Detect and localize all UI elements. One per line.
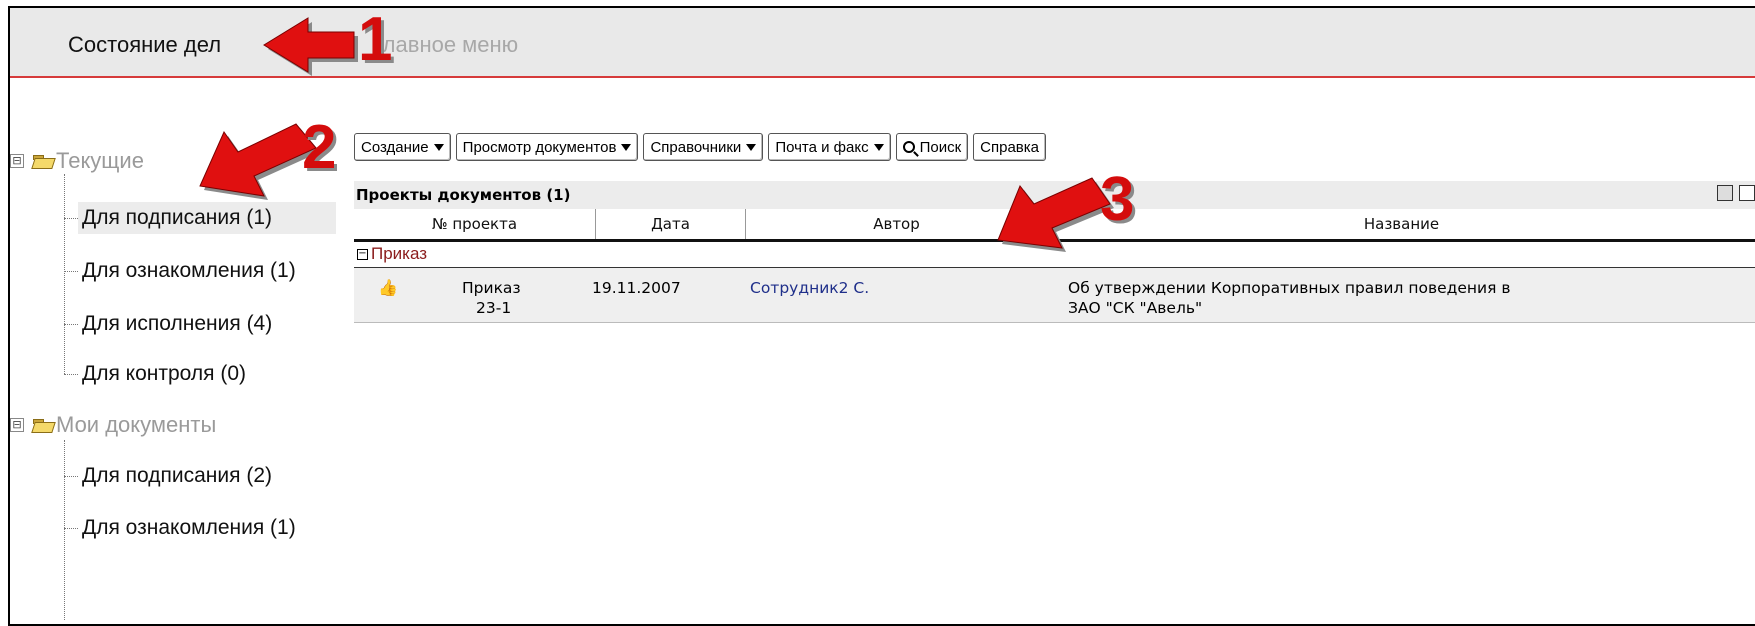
create-label: Создание [361, 138, 429, 156]
column-header-label: Автор [873, 215, 920, 233]
tree-item-current-review[interactable]: Для ознакомления (1) [78, 255, 300, 287]
main-menu-link[interactable]: Главное меню [372, 32, 518, 58]
tree-item-current-execute[interactable]: Для исполнения (4) [78, 308, 276, 340]
grid-group-row[interactable]: − Приказ [357, 244, 427, 264]
cell-name-line2: ЗАО "СК "Авель" [1068, 299, 1203, 317]
toolbar: Создание Просмотр документов Справочники… [354, 133, 1047, 161]
tree-folder-label: Текущие [56, 148, 144, 173]
tree-item-current-sign[interactable]: Для подписания (1) [78, 202, 336, 234]
column-header-label: Дата [651, 215, 690, 233]
annotation-number-1: 1 [358, 5, 393, 74]
search-button[interactable]: Поиск [895, 133, 969, 161]
tree-item-mydocs-sign[interactable]: Для подписания (2) [78, 460, 276, 492]
column-header-author[interactable]: Автор [746, 209, 1048, 239]
tree-connector [64, 440, 65, 620]
grid-window-controls [1717, 185, 1755, 201]
tree-connector [64, 271, 78, 272]
column-header-label: Название [1363, 215, 1440, 233]
tree-connector [64, 374, 78, 375]
folder-open-icon [32, 418, 54, 432]
header-divider [354, 239, 1755, 242]
collapse-toggle-icon[interactable]: ⊟ [10, 154, 24, 168]
folder-open-icon [32, 154, 54, 168]
tree-connector [64, 174, 65, 374]
grid-title-bar: Проекты документов (1) [354, 181, 1755, 209]
collapse-toggle-icon[interactable]: − [357, 248, 368, 260]
annotation-number-2: 2 [302, 113, 337, 182]
create-dropdown-button[interactable]: Создание [354, 133, 451, 161]
collapse-toggle-icon[interactable]: ⊟ [10, 418, 24, 432]
tree-item-current-control[interactable]: Для контроля (0) [78, 358, 250, 390]
help-label: Справка [980, 138, 1040, 156]
cell-number-line1: Приказ [462, 279, 521, 297]
mail-fax-label: Почта и факс [775, 138, 869, 156]
grid-title: Проекты документов (1) [356, 186, 571, 204]
column-header-name[interactable]: Название [1048, 209, 1755, 239]
tree-connector [64, 218, 78, 219]
restore-icon[interactable] [1717, 185, 1733, 201]
cell-author-link[interactable]: Сотрудник2 С. [750, 278, 869, 298]
column-header-date[interactable]: Дата [596, 209, 746, 239]
references-label: Справочники [650, 138, 742, 156]
tree-folder-current[interactable]: ⊟ Текущие [10, 144, 144, 178]
chevron-down-icon [433, 143, 444, 151]
references-dropdown-button[interactable]: Справочники [643, 133, 764, 161]
tree-connector [64, 476, 78, 477]
view-documents-label: Просмотр документов [462, 138, 617, 156]
column-header-number[interactable]: № проекта [354, 209, 596, 239]
tree-connector [64, 528, 78, 529]
tree-connector [64, 324, 78, 325]
cell-date: 19.11.2007 [592, 279, 681, 297]
search-icon [902, 141, 915, 153]
help-button[interactable]: Справка [973, 133, 1047, 161]
tree-folder-label: Мои документы [56, 412, 217, 437]
annotation-number-3: 3 [1100, 165, 1135, 234]
header-bar: Состояние дел Главное меню [10, 8, 1755, 78]
page-title[interactable]: Состояние дел [68, 32, 221, 58]
view-documents-dropdown-button[interactable]: Просмотр документов [455, 133, 639, 161]
cell-name-line1: Об утверждении Корпоративных правил пове… [1068, 279, 1511, 297]
chevron-down-icon [746, 143, 757, 151]
grid-group-label: Приказ [371, 244, 428, 263]
tree-folder-my-docs[interactable]: ⊟ Мои документы [10, 408, 216, 442]
chevron-down-icon [873, 143, 884, 151]
thumbs-up-icon: 👍 [378, 280, 398, 297]
cell-number-line2: 23-1 [476, 299, 512, 317]
sidebar-tree: ⊟ Текущие Для подписания (1) Для ознаком… [10, 130, 340, 620]
search-label: Поиск [919, 138, 962, 156]
maximize-icon[interactable] [1739, 185, 1755, 201]
column-header-label: № проекта [431, 215, 518, 233]
mail-fax-dropdown-button[interactable]: Почта и факс [768, 133, 891, 161]
table-row[interactable]: 👍 Приказ 23-1 19.11.2007 Сотрудник2 С. О… [354, 268, 1755, 323]
chevron-down-icon [621, 143, 632, 151]
tree-item-mydocs-review[interactable]: Для ознакомления (1) [78, 512, 300, 544]
